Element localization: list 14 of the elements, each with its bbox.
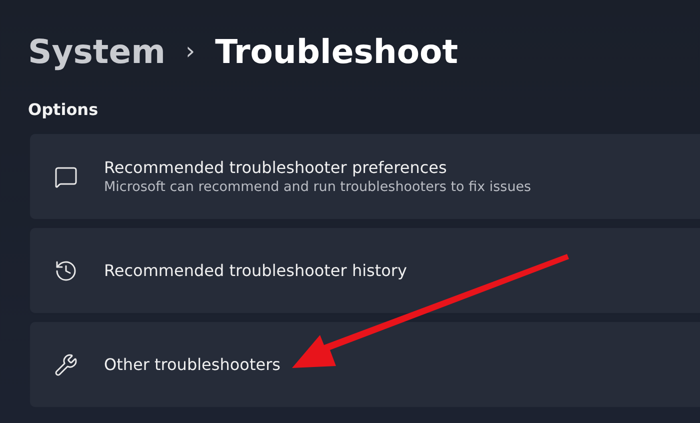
option-title: Recommended troubleshooter history (104, 261, 407, 280)
breadcrumb-parent[interactable]: System (28, 32, 166, 70)
settings-option[interactable]: Recommended troubleshooter preferences Microsoft can recommend and run troubleshooters to fix issues (30, 134, 700, 219)
option-title: Recommended troubleshooter preferences (104, 158, 448, 177)
wrench-icon (54, 352, 78, 376)
breadcrumb-separator: › (185, 37, 196, 65)
section-title: Options (28, 100, 100, 121)
page-title: Troubleshoot (215, 32, 458, 70)
settings-option[interactable]: Other troubleshooters (30, 322, 700, 407)
history-icon (54, 258, 78, 282)
speech-bubble-icon (54, 164, 78, 188)
option-description: Microsoft can recommend and run troubleshooters to fix issues (104, 179, 532, 195)
option-title: Other troubleshooters (104, 355, 280, 374)
settings-option[interactable]: Recommended troubleshooter history (30, 228, 700, 313)
